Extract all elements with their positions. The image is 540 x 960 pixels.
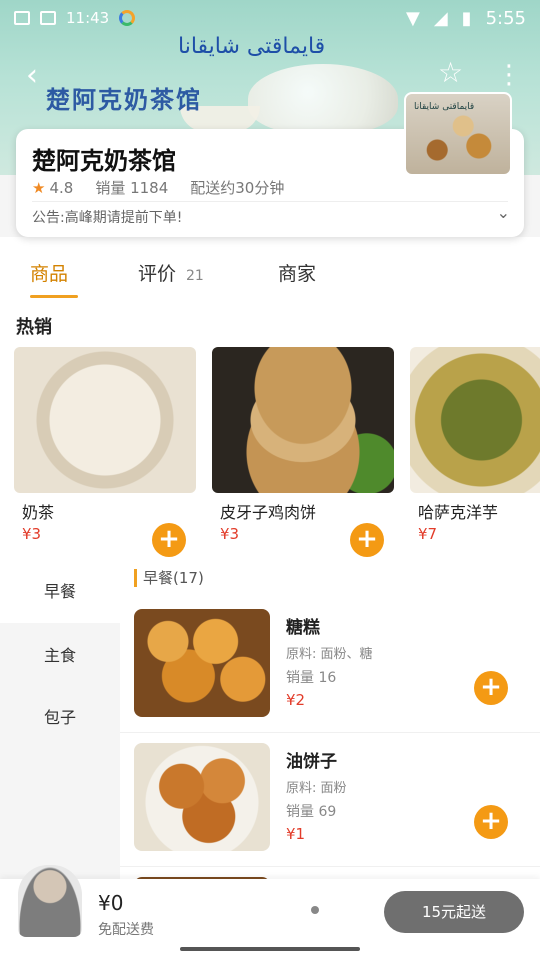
banner-script-title: 楚阿克奶茶馆: [46, 85, 202, 114]
wifi-icon: ▼: [405, 8, 420, 29]
item-sales: 销量 16: [286, 670, 337, 686]
tab-reviews[interactable]: 评价 21: [138, 259, 204, 286]
star-icon[interactable]: ☆: [438, 56, 463, 89]
tab-reviews-label: 评价: [138, 263, 177, 285]
checkout-button[interactable]: 15元起送: [384, 891, 524, 933]
tab-merchant[interactable]: 商家: [278, 259, 316, 286]
item-price: ¥2: [286, 691, 306, 709]
add-icon[interactable]: +: [474, 671, 508, 705]
cart-total: ¥0: [98, 891, 124, 915]
item-name: 糖糕: [286, 618, 320, 638]
rating-value: 4.8: [49, 178, 74, 197]
add-icon[interactable]: +: [474, 805, 508, 839]
menu-list: 早餐(17) 糖糕 原料: 面粉、糖 销量 16 ¥2 + 油饼子 原料: 面粉…: [120, 561, 540, 879]
list-item[interactable]: 油条: [120, 869, 540, 879]
sidebar-item-staple[interactable]: 主食: [0, 625, 120, 687]
banner-uyghur-title: قايماقتى شايقانا: [178, 34, 326, 59]
hot-item-image: [212, 347, 394, 493]
hot-item[interactable]: 奶茶 ¥3 +: [14, 347, 196, 557]
shop-logo-text: قايماقتى شايقانا: [414, 102, 475, 112]
shop-notice: 公告:高峰期请提前下单!: [32, 210, 183, 226]
sidebar-item-breakfast[interactable]: 早餐: [0, 561, 120, 623]
item-price: ¥1: [286, 825, 306, 843]
category-header: 早餐(17): [134, 569, 204, 587]
shop-name: 楚阿克奶茶馆: [32, 147, 176, 175]
teapot-illustration: [248, 64, 398, 134]
nav-dot: [311, 906, 319, 914]
delivery-fee: 免配送费: [98, 922, 154, 938]
hot-item-price: ¥3: [220, 525, 240, 543]
app-icon: [40, 11, 56, 25]
chevron-down-icon[interactable]: ⌄: [497, 203, 510, 222]
item-sales: 销量 69: [286, 804, 337, 820]
app-360-icon: [119, 10, 136, 26]
item-name: 油饼子: [286, 752, 337, 772]
hot-item-image: [14, 347, 196, 493]
delivery-time: 配送约30分钟: [190, 179, 285, 197]
hot-item-name: 奶茶: [22, 503, 55, 522]
hot-title: 热销: [16, 317, 52, 338]
list-item[interactable]: 油饼子 原料: 面粉 销量 69 ¥1 +: [120, 735, 540, 867]
hot-item-name: 皮牙子鸡肉饼: [220, 503, 317, 522]
tab-products[interactable]: 商品: [30, 259, 68, 286]
item-image: [134, 743, 270, 851]
sidebar-item-label: 包子: [43, 708, 76, 727]
hot-item-image: [410, 347, 540, 493]
hot-item-price: ¥3: [22, 525, 42, 543]
item-ingredients: 原料: 面粉、糖: [286, 647, 373, 662]
shop-stats: ★ 4.8 销量 1184 配送约30分钟: [32, 177, 284, 198]
shop-rating: ★ 4.8: [32, 179, 73, 197]
reviews-count: 21: [186, 268, 204, 284]
item-ingredients: 原料: 面粉: [286, 781, 347, 796]
hot-item-price: ¥7: [418, 525, 438, 543]
rating-star-icon: ★: [32, 178, 46, 197]
list-item[interactable]: 糖糕 原料: 面粉、糖 销量 16 ¥2 +: [120, 601, 540, 733]
hot-item[interactable]: 皮牙子鸡肉饼 ¥3 +: [212, 347, 394, 557]
status-bar: 11:43 ▼ ◢ ▮ 5:55: [0, 0, 540, 36]
battery-icon: ▮: [461, 8, 472, 29]
gallery-icon: [14, 11, 30, 25]
sidebar-item-buns[interactable]: 包子: [0, 687, 120, 749]
category-sidebar: 早餐 主食 包子: [0, 561, 120, 879]
item-image: [134, 609, 270, 717]
shop-tabs: 商品 评价 21 商家: [0, 237, 540, 299]
cart-bar: ¥0 免配送费 15元起送: [0, 865, 540, 960]
hot-item-name: 哈萨克洋芋: [418, 503, 499, 522]
tab-indicator: [30, 295, 78, 298]
tab-products-label: 商品: [30, 263, 69, 285]
sidebar-item-label: 早餐: [43, 582, 76, 601]
add-icon[interactable]: +: [350, 523, 384, 557]
back-icon[interactable]: ‹: [26, 58, 38, 93]
shop-sales: 销量 1184: [95, 179, 169, 197]
status-time: 11:43: [66, 9, 110, 27]
hot-item[interactable]: 哈萨克洋芋 ¥7: [410, 347, 540, 555]
sidebar-item-label: 主食: [43, 646, 76, 665]
status-clock: 5:55: [485, 8, 526, 29]
divider: [32, 201, 508, 202]
home-indicator[interactable]: [180, 947, 360, 951]
shop-logo-image: قايماقتى شايقانا: [404, 92, 512, 176]
avatar[interactable]: [18, 865, 82, 937]
signal-icon: ◢: [433, 8, 448, 29]
hot-section: 热销 奶茶 ¥3 + 皮牙子鸡肉饼 ¥3 + 哈萨克洋芋 ¥7: [0, 299, 540, 561]
tab-merchant-label: 商家: [278, 263, 317, 285]
share-icon[interactable]: ⋮: [496, 60, 522, 90]
add-icon[interactable]: +: [152, 523, 186, 557]
